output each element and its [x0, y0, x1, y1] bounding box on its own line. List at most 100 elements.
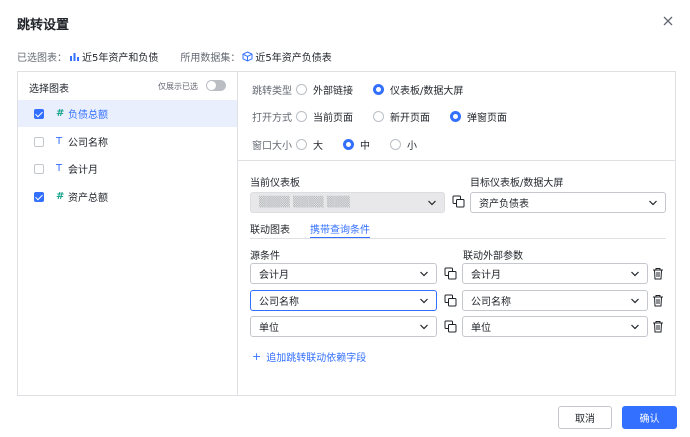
cancel-button[interactable]: 取消: [558, 406, 612, 429]
radio-label: 外部链接: [313, 85, 353, 97]
radio-dashboard[interactable]: 仪表板/数据大屏: [373, 82, 463, 97]
selected-chart-label: 已选图表：: [17, 52, 67, 64]
confirm-button[interactable]: 确认: [622, 406, 677, 429]
jump-type-row: 跳转类型 外部链接 仪表板/数据大屏: [252, 82, 483, 97]
radio-external-link[interactable]: 外部链接: [296, 82, 353, 97]
jump-config-panel: 跳转类型 外部链接 仪表板/数据大屏 打开方式 当前页面 新开页面 弹窗页面 窗…: [237, 71, 676, 396]
number-type-icon: #: [56, 108, 65, 119]
source-condition-select[interactable]: 会计月: [250, 263, 437, 284]
only-selected-label: 仅展示已选: [158, 82, 198, 91]
radio-size-large[interactable]: 大: [296, 137, 323, 152]
radio-current-page[interactable]: 当前页面: [296, 109, 353, 124]
checkbox-unchecked[interactable]: [34, 163, 44, 174]
source-condition-label: 源条件: [250, 251, 280, 262]
selected-chart-value: 近5年资产和负债: [82, 52, 159, 64]
source-condition-value: 公司名称: [259, 297, 299, 308]
copy-icon[interactable]: [444, 320, 457, 333]
field-item-accounting-month[interactable]: T 会计月: [18, 155, 237, 182]
current-dashboard-select[interactable]: ▒▒▒▒ ▒▒▒▒ ▒▒▒: [250, 192, 445, 213]
field-name: 资产总额: [68, 193, 108, 204]
chart-field-panel: 选择图表 仅展示已选 # 负债总额 T 公司名称 T 会计月 # 资产总额: [17, 71, 237, 396]
close-icon[interactable]: [661, 14, 675, 28]
field-name: 公司名称: [68, 138, 108, 149]
radio-label: 大: [313, 140, 323, 152]
only-selected-toggle[interactable]: [206, 80, 226, 91]
copy-icon[interactable]: [444, 294, 457, 307]
radio-dot[interactable]: [296, 83, 307, 95]
field-item-company-name[interactable]: T 公司名称: [18, 128, 237, 155]
external-param-value: 公司名称: [471, 297, 511, 308]
radio-dot[interactable]: [390, 138, 401, 150]
cube-icon: [242, 50, 253, 62]
radio-label: 小: [407, 140, 417, 152]
field-name: 会计月: [68, 165, 98, 176]
chevron-down-icon: [649, 200, 657, 206]
bar-chart-icon: [70, 52, 79, 61]
external-param-select[interactable]: 会计月: [462, 263, 648, 284]
dataset-value: 近5年资产负债表: [255, 52, 332, 64]
trash-icon[interactable]: [652, 294, 664, 307]
copy-icon[interactable]: [452, 195, 465, 208]
external-param-select[interactable]: 公司名称: [462, 290, 648, 311]
chevron-down-icon: [428, 200, 436, 206]
target-dashboard-label: 目标仪表板/数据大屏: [470, 178, 564, 189]
tab-linked-chart[interactable]: 联动图表: [250, 221, 290, 239]
trash-icon[interactable]: [652, 267, 664, 280]
field-name: 负债总额: [68, 110, 108, 121]
radio-new-page[interactable]: 新开页面: [373, 109, 430, 124]
chevron-down-icon: [631, 298, 639, 304]
radio-dot-selected[interactable]: [450, 110, 461, 122]
add-jump-field-label: 追加跳转联动依赖字段: [266, 353, 367, 364]
selection-info: 已选图表： 近5年资产和负债 所用数据集： 近5年资产负债表: [17, 49, 332, 64]
radio-dot[interactable]: [296, 138, 307, 150]
source-condition-select[interactable]: 公司名称: [250, 290, 437, 311]
radio-label: 仪表板/数据大屏: [390, 85, 464, 97]
source-condition-value: 单位: [259, 323, 279, 334]
field-item-asset-total[interactable]: # 资产总额: [18, 183, 237, 210]
chevron-down-icon: [420, 324, 428, 330]
jump-type-label: 跳转类型: [252, 85, 292, 97]
chart-field-header: 选择图表 仅展示已选: [18, 72, 238, 100]
radio-label: 当前页面: [313, 112, 353, 124]
dialog-title: 跳转设置: [17, 18, 70, 33]
chevron-down-icon: [631, 324, 639, 330]
chevron-down-icon: [631, 271, 639, 277]
dataset-label: 所用数据集：: [180, 52, 241, 64]
checkbox-unchecked[interactable]: [34, 136, 44, 147]
radio-popup-page[interactable]: 弹窗页面: [450, 109, 507, 124]
radio-size-medium[interactable]: 中: [343, 137, 370, 152]
text-type-icon: T: [56, 136, 63, 147]
radio-dot[interactable]: [373, 110, 384, 122]
external-param-value: 单位: [471, 323, 491, 334]
checkbox-checked[interactable]: [34, 191, 44, 202]
radio-dot[interactable]: [296, 110, 307, 122]
open-mode-label: 打开方式: [252, 112, 292, 124]
chevron-down-icon: [420, 271, 428, 277]
window-size-label: 窗口大小: [252, 140, 292, 152]
target-dashboard-select[interactable]: 资产负债表: [470, 192, 666, 213]
radio-label: 新开页面: [390, 112, 430, 124]
field-item-debt-total[interactable]: # 负债总额: [18, 100, 237, 127]
external-param-label: 联动外部参数: [463, 251, 523, 262]
external-param-select[interactable]: 单位: [462, 316, 648, 337]
radio-label: 中: [360, 140, 370, 152]
tab-underline: [250, 238, 666, 239]
add-jump-field-button[interactable]: + 追加跳转联动依赖字段: [252, 349, 366, 364]
text-type-icon: T: [56, 163, 63, 174]
copy-icon[interactable]: [444, 267, 457, 280]
select-chart-title: 选择图表: [29, 84, 69, 95]
current-dashboard-label: 当前仪表板: [250, 178, 300, 189]
jump-settings-dialog: 跳转设置 已选图表： 近5年资产和负债 所用数据集： 近5年资产负债表 选择图表…: [0, 0, 690, 437]
window-size-row: 窗口大小 大 中 小: [252, 137, 437, 152]
tab-carry-query-conditions[interactable]: 携带查询条件: [310, 221, 370, 239]
divider: [238, 160, 675, 161]
radio-label: 弹窗页面: [467, 112, 507, 124]
source-condition-select[interactable]: 单位: [250, 316, 437, 337]
radio-dot-selected[interactable]: [343, 138, 354, 150]
current-dashboard-value: ▒▒▒▒ ▒▒▒▒ ▒▒▒: [259, 197, 350, 208]
radio-size-small[interactable]: 小: [390, 137, 417, 152]
chevron-down-icon: [420, 298, 428, 304]
radio-dot-selected[interactable]: [373, 83, 384, 95]
trash-icon[interactable]: [652, 320, 664, 333]
checkbox-checked[interactable]: [34, 108, 44, 119]
